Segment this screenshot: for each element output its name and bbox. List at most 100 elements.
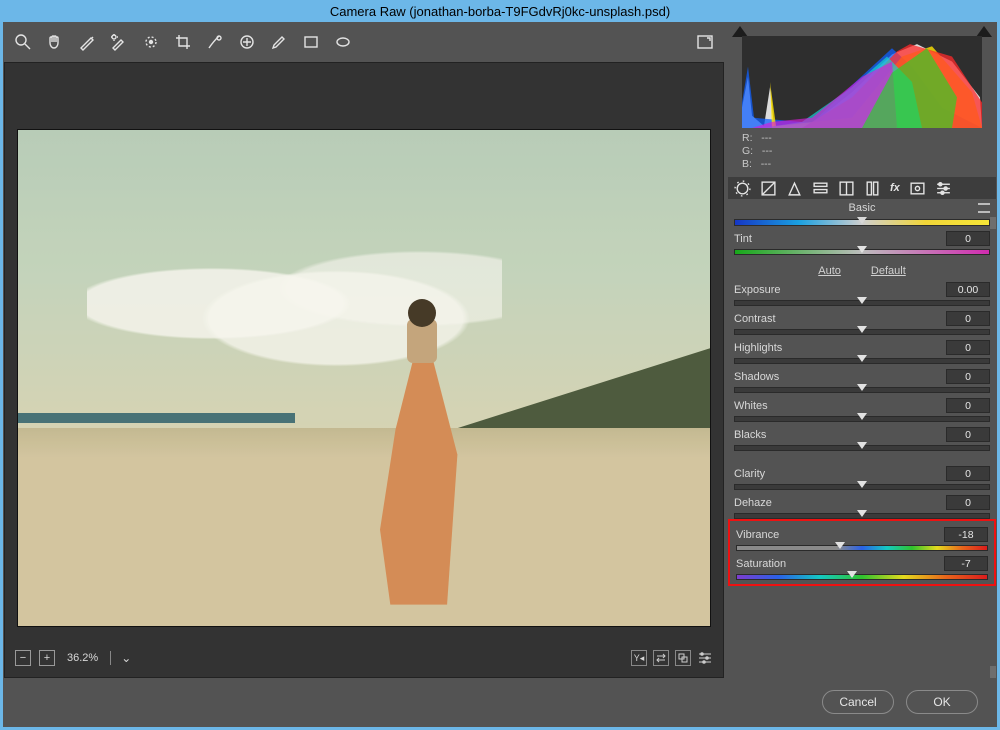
- highlights-track[interactable]: [734, 358, 990, 364]
- readout-r-label: R:: [742, 132, 753, 144]
- temperature-strip[interactable]: [734, 219, 990, 226]
- scroll-down-icon[interactable]: [990, 666, 996, 678]
- vibrance-knob[interactable]: [835, 542, 845, 549]
- zoom-selector[interactable]: 36.2% ⌄: [67, 651, 131, 665]
- highlights-knob[interactable]: [857, 355, 867, 362]
- blacks-slider: Blacks0: [734, 427, 990, 451]
- preview-footer: − + 36.2% ⌄ Y◂: [11, 645, 717, 671]
- whites-value[interactable]: 0: [946, 398, 990, 413]
- blacks-knob[interactable]: [857, 442, 867, 449]
- basic-panel-heading: Basic: [728, 199, 996, 217]
- default-link[interactable]: Default: [871, 265, 906, 277]
- contrast-knob[interactable]: [857, 326, 867, 333]
- auto-default-links: Auto Default: [734, 265, 990, 277]
- dehaze-label: Dehaze: [734, 497, 772, 509]
- before-after-y-icon[interactable]: Y◂: [631, 650, 647, 666]
- tint-knob[interactable]: [857, 246, 867, 253]
- targeted-adjust-tool-icon[interactable]: [142, 33, 160, 51]
- fullscreen-toggle-icon[interactable]: [696, 33, 714, 51]
- whites-label: Whites: [734, 400, 768, 412]
- exposure-value[interactable]: 0.00: [946, 282, 990, 297]
- cancel-button[interactable]: Cancel: [822, 690, 894, 714]
- tab-curve-icon[interactable]: [760, 180, 777, 196]
- histogram[interactable]: [742, 36, 982, 128]
- highlights-label: Highlights: [734, 342, 782, 354]
- readout-g-label: G:: [742, 145, 753, 157]
- tab-presets-icon[interactable]: [935, 180, 952, 196]
- preview-prefs-icon[interactable]: [697, 650, 713, 666]
- spot-removal-tool-icon[interactable]: [206, 33, 224, 51]
- dialog-button-row: Cancel OK: [4, 678, 996, 726]
- tab-detail-icon[interactable]: [786, 180, 803, 196]
- dehaze-value[interactable]: 0: [946, 495, 990, 510]
- clarity-knob[interactable]: [857, 481, 867, 488]
- main-area: − + 36.2% ⌄ Y◂: [4, 22, 996, 678]
- saturation-value[interactable]: -7: [944, 556, 988, 571]
- whites-knob[interactable]: [857, 413, 867, 420]
- zoom-out-button[interactable]: −: [15, 650, 31, 666]
- contrast-label: Contrast: [734, 313, 776, 325]
- tab-effects-icon[interactable]: fx: [890, 180, 900, 196]
- readout-r-value: ---: [761, 132, 772, 144]
- saturation-knob[interactable]: [847, 571, 857, 578]
- white-balance-tool-icon[interactable]: [78, 33, 96, 51]
- exposure-knob[interactable]: [857, 297, 867, 304]
- color-sampler-tool-icon[interactable]: [110, 33, 128, 51]
- hand-tool-icon[interactable]: [46, 33, 64, 51]
- red-eye-tool-icon[interactable]: [238, 33, 256, 51]
- exposure-track[interactable]: [734, 300, 990, 306]
- graduated-filter-tool-icon[interactable]: [302, 33, 320, 51]
- crop-tool-icon[interactable]: [174, 33, 192, 51]
- window-titlebar: Camera Raw (jonathan-borba-T9FGdvRj0kc-u…: [0, 0, 1000, 22]
- dehaze-knob[interactable]: [857, 510, 867, 517]
- copy-settings-icon[interactable]: [675, 650, 691, 666]
- preview-panel: − + 36.2% ⌄ Y◂: [4, 62, 724, 678]
- shadows-label: Shadows: [734, 371, 779, 383]
- tab-split-icon[interactable]: [838, 180, 855, 196]
- vibrance-track[interactable]: [736, 545, 988, 551]
- swap-view-icon[interactable]: [653, 650, 669, 666]
- tab-lens-icon[interactable]: [864, 180, 881, 196]
- tint-track[interactable]: [734, 249, 990, 255]
- shadows-value[interactable]: 0: [946, 369, 990, 384]
- tint-label: Tint: [734, 233, 752, 245]
- radial-filter-tool-icon[interactable]: [334, 33, 352, 51]
- zoom-in-button[interactable]: +: [39, 650, 55, 666]
- tint-value[interactable]: 0: [946, 231, 990, 246]
- dehaze-track[interactable]: [734, 513, 990, 519]
- cancel-label: Cancel: [839, 695, 876, 709]
- shadows-knob[interactable]: [857, 384, 867, 391]
- contrast-slider: Contrast 0: [734, 311, 990, 335]
- readout-b-label: B:: [742, 158, 752, 170]
- clarity-value[interactable]: 0: [946, 466, 990, 481]
- zoom-level: 36.2%: [67, 652, 98, 664]
- vibrance-value[interactable]: -18: [944, 527, 988, 542]
- clarity-track[interactable]: [734, 484, 990, 490]
- highlights-value[interactable]: 0: [946, 340, 990, 355]
- shadows-track[interactable]: [734, 387, 990, 393]
- vibrance-label: Vibrance: [736, 529, 779, 541]
- tint-slider: Tint 0: [734, 231, 990, 255]
- saturation-slider: Saturation-7: [736, 556, 988, 580]
- zoom-tool-icon[interactable]: [14, 33, 32, 51]
- tab-calibration-icon[interactable]: [909, 180, 926, 196]
- ok-button[interactable]: OK: [906, 690, 978, 714]
- tab-hsl-icon[interactable]: [812, 180, 829, 196]
- ok-label: OK: [933, 695, 950, 709]
- blacks-value[interactable]: 0: [946, 427, 990, 442]
- clarity-slider: Clarity 0: [734, 466, 990, 490]
- image-preview[interactable]: [17, 129, 711, 627]
- contrast-value[interactable]: 0: [946, 311, 990, 326]
- clarity-label: Clarity: [734, 468, 765, 480]
- adjustment-brush-tool-icon[interactable]: [270, 33, 288, 51]
- scroll-up-icon[interactable]: [990, 217, 996, 229]
- auto-link[interactable]: Auto: [818, 265, 841, 277]
- contrast-track[interactable]: [734, 329, 990, 335]
- whites-track[interactable]: [734, 416, 990, 422]
- panel-gap: [734, 451, 990, 461]
- saturation-track[interactable]: [736, 574, 988, 580]
- tab-basic-icon[interactable]: [734, 180, 751, 196]
- panel-menu-icon[interactable]: [978, 203, 990, 213]
- blacks-track[interactable]: [734, 445, 990, 451]
- basic-panel-body: Tint0AutoDefaultExposure0.00Contrast0Hig…: [728, 217, 996, 678]
